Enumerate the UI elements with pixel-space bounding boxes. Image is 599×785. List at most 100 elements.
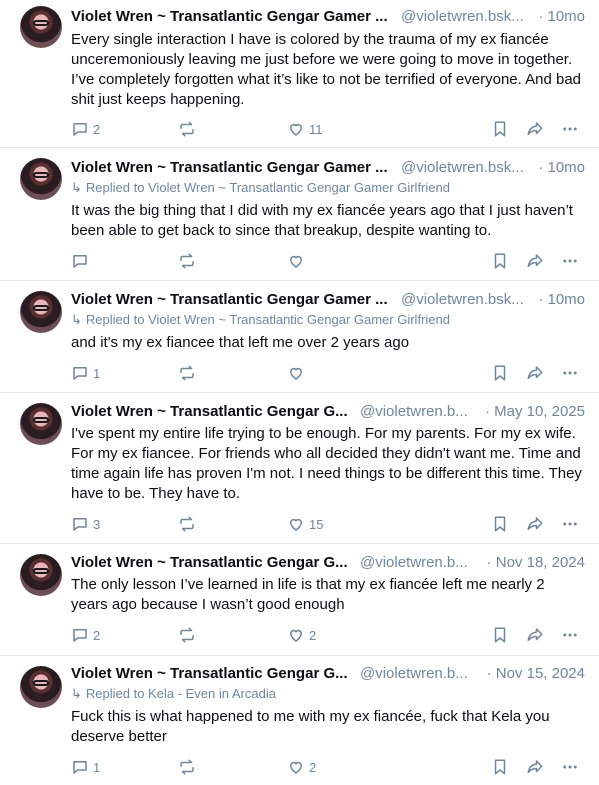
more-button[interactable] <box>561 514 579 534</box>
reply-button[interactable]: 1 <box>71 363 100 383</box>
post-time[interactable]: · Nov 18, 2024 <box>487 553 585 573</box>
avatar[interactable] <box>20 403 62 445</box>
author-name[interactable]: Violet Wren ~ Transatlantic Gengar G... <box>71 553 348 573</box>
post-header: Violet Wren ~ Transatlantic Gengar G... … <box>71 664 585 684</box>
reply-button[interactable]: 2 <box>71 625 100 645</box>
reply-arrow-icon: ↳ <box>71 312 82 327</box>
bookmark-icon <box>494 253 506 269</box>
post-0[interactable]: Violet Wren ~ Transatlantic Gengar Gamer… <box>0 0 599 148</box>
heart-icon <box>290 255 302 268</box>
share-icon <box>527 254 543 267</box>
author-name[interactable]: Violet Wren ~ Transatlantic Gengar Gamer… <box>71 290 388 310</box>
repost-icon <box>180 365 194 381</box>
reply-context[interactable]: ↳ Replied to Violet Wren ~ Transatlantic … <box>71 312 450 328</box>
avatar[interactable] <box>20 666 62 708</box>
share-button[interactable] <box>526 757 544 777</box>
more-button[interactable] <box>561 363 579 383</box>
reply-context-label: Replied to Violet Wren ~ Transatlantic G… <box>85 180 450 195</box>
reply-icon <box>73 255 87 268</box>
post-time[interactable]: · 10mo <box>538 7 585 27</box>
post-text: Fuck this is what happened to me with my… <box>71 708 550 745</box>
post-time[interactable]: · 10mo <box>538 158 585 178</box>
post-text: and it's my ex fiancee that left me over… <box>71 334 410 351</box>
like-count: 2 <box>309 759 317 775</box>
post-actions: 1 2 <box>71 757 585 777</box>
avatar[interactable] <box>20 554 62 596</box>
bookmark-button[interactable] <box>491 251 509 271</box>
share-button[interactable] <box>526 514 544 534</box>
author-handle[interactable]: @violetwren.b... <box>360 402 468 422</box>
bookmark-button[interactable] <box>491 363 509 383</box>
reply-context[interactable]: ↳ Replied to Kela - Even in Arcadia <box>71 686 276 702</box>
like-button[interactable]: 15 <box>287 514 323 534</box>
bookmark-button[interactable] <box>491 625 509 645</box>
reply-icon <box>73 761 87 774</box>
share-button[interactable] <box>526 625 544 645</box>
reply-button[interactable] <box>71 251 89 271</box>
author-handle[interactable]: @violetwren.bsk... <box>401 290 524 310</box>
post-header: Violet Wren ~ Transatlantic Gengar G... … <box>71 402 585 422</box>
repost-icon <box>180 121 194 137</box>
avatar[interactable] <box>20 158 62 200</box>
more-icon <box>563 127 577 131</box>
reply-button[interactable]: 2 <box>71 119 100 139</box>
reply-context[interactable]: ↳ Replied to Violet Wren ~ Transatlantic … <box>71 180 450 196</box>
repost-button[interactable] <box>178 251 196 271</box>
repost-button[interactable] <box>178 625 196 645</box>
post-time[interactable]: · 10mo <box>538 290 585 310</box>
bookmark-icon <box>494 627 506 643</box>
share-icon <box>527 628 543 641</box>
reply-count: 1 <box>93 365 101 381</box>
post-5[interactable]: Violet Wren ~ Transatlantic Gengar G... … <box>0 656 599 785</box>
reply-arrow-icon: ↳ <box>71 180 82 195</box>
like-button[interactable]: 2 <box>287 625 316 645</box>
repost-button[interactable] <box>178 757 196 777</box>
like-button[interactable] <box>287 251 305 271</box>
post-4[interactable]: Violet Wren ~ Transatlantic Gengar G... … <box>0 544 599 656</box>
bookmark-button[interactable] <box>491 514 509 534</box>
post-time[interactable]: · Nov 15, 2024 <box>487 664 585 684</box>
reply-button[interactable]: 1 <box>71 757 100 777</box>
post-2[interactable]: Violet Wren ~ Transatlantic Gengar Gamer… <box>0 281 599 393</box>
post-feed: Violet Wren ~ Transatlantic Gengar Gamer… <box>0 0 599 785</box>
reply-icon <box>73 367 87 380</box>
share-button[interactable] <box>526 119 544 139</box>
like-button[interactable] <box>287 363 305 383</box>
reply-button[interactable]: 3 <box>71 514 100 534</box>
author-handle[interactable]: @violetwren.bsk... <box>401 158 524 178</box>
post-time[interactable]: · May 10, 2025 <box>485 402 585 422</box>
repost-button[interactable] <box>178 514 196 534</box>
bookmark-button[interactable] <box>491 757 509 777</box>
bookmark-icon <box>494 516 506 532</box>
repost-icon <box>180 759 194 775</box>
repost-icon <box>180 516 194 532</box>
like-button[interactable]: 11 <box>287 119 323 139</box>
more-button[interactable] <box>561 625 579 645</box>
bookmark-button[interactable] <box>491 119 509 139</box>
author-name[interactable]: Violet Wren ~ Transatlantic Gengar G... <box>71 664 348 684</box>
more-button[interactable] <box>561 251 579 271</box>
share-button[interactable] <box>526 363 544 383</box>
more-button[interactable] <box>561 757 579 777</box>
more-button[interactable] <box>561 119 579 139</box>
author-handle[interactable]: @violetwren.b... <box>360 664 468 684</box>
post-1[interactable]: Violet Wren ~ Transatlantic Gengar Gamer… <box>0 148 599 281</box>
reply-count: 2 <box>93 627 101 643</box>
author-name[interactable]: Violet Wren ~ Transatlantic Gengar Gamer… <box>71 7 388 27</box>
post-3[interactable]: Violet Wren ~ Transatlantic Gengar G... … <box>0 393 599 544</box>
reply-icon <box>73 629 87 642</box>
share-button[interactable] <box>526 251 544 271</box>
author-name[interactable]: Violet Wren ~ Transatlantic Gengar G... <box>71 402 348 422</box>
bookmark-icon <box>494 759 506 775</box>
avatar[interactable] <box>20 6 62 48</box>
more-icon <box>563 633 577 637</box>
post-actions <box>71 251 585 271</box>
repost-button[interactable] <box>178 119 196 139</box>
author-handle[interactable]: @violetwren.b... <box>360 553 468 573</box>
like-button[interactable]: 2 <box>287 757 316 777</box>
author-handle[interactable]: @violetwren.bsk... <box>401 7 524 27</box>
repost-button[interactable] <box>178 363 196 383</box>
post-actions: 3 15 <box>71 514 585 534</box>
author-name[interactable]: Violet Wren ~ Transatlantic Gengar Gamer… <box>71 158 388 178</box>
avatar[interactable] <box>20 291 62 333</box>
